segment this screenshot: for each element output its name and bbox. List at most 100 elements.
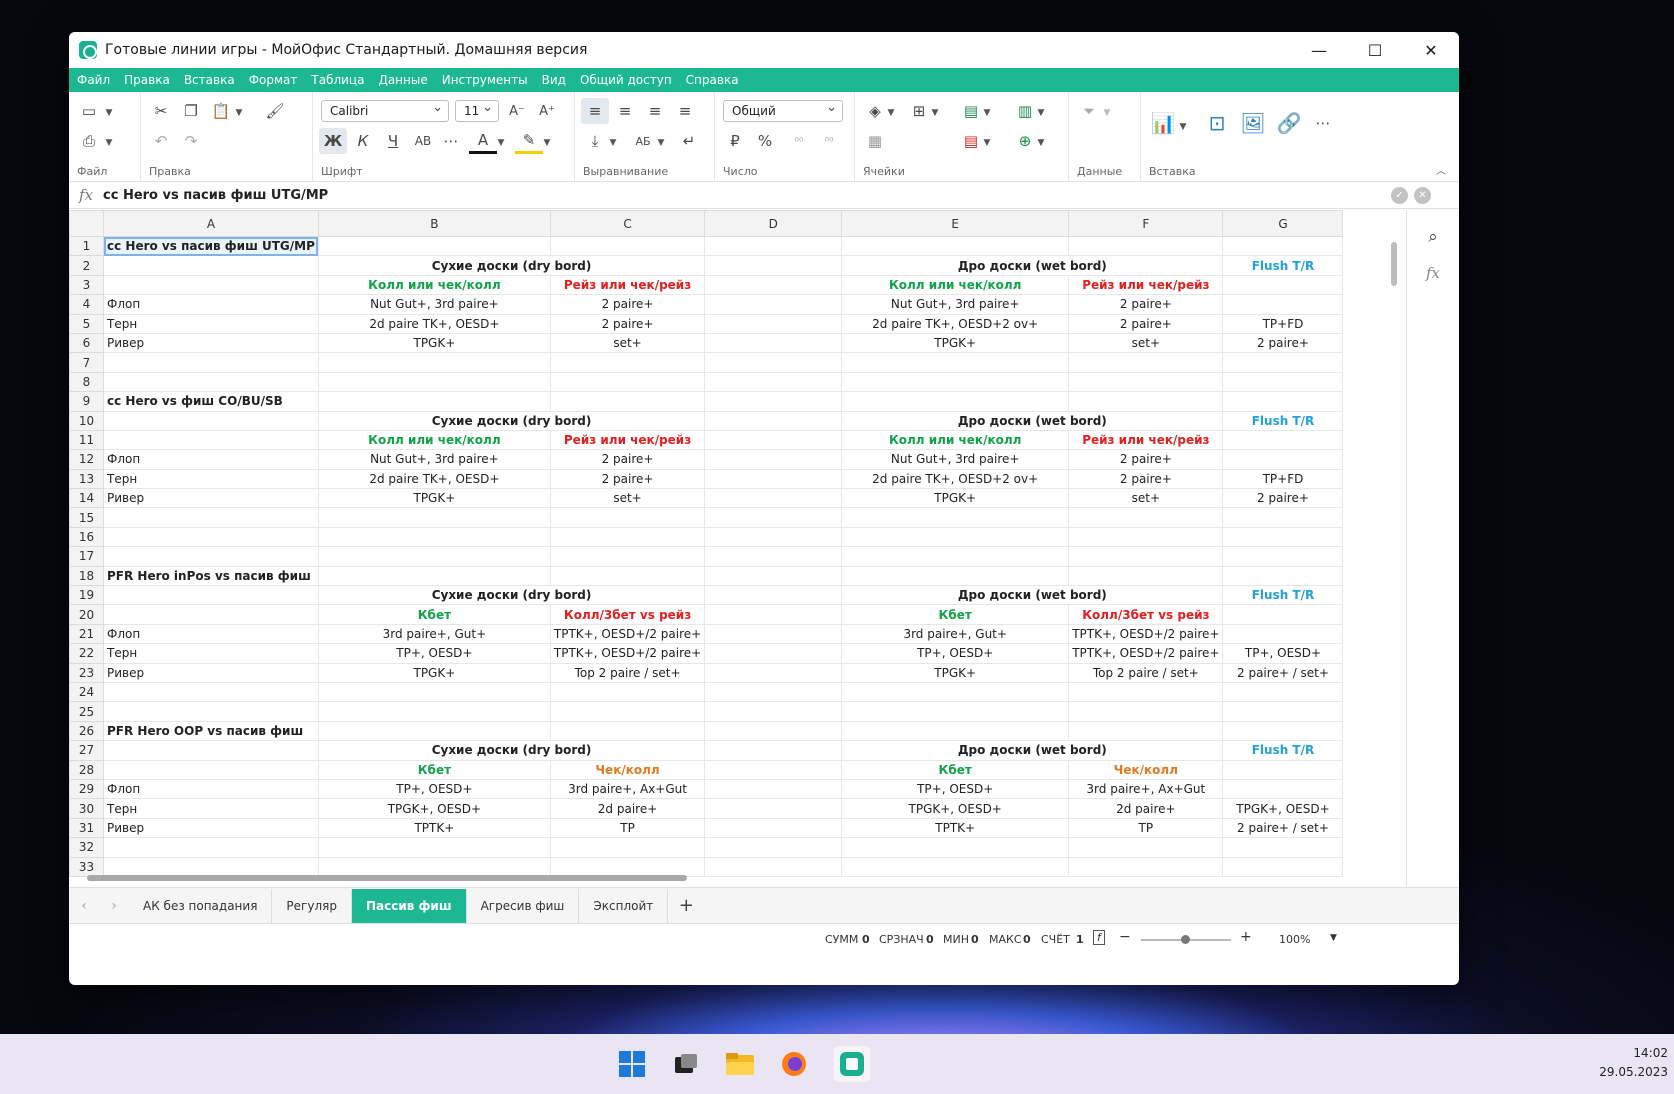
cell[interactable]: Дро доски (wet bord) [841,410,1224,431]
row-number[interactable]: 16 [69,526,104,548]
cell[interactable]: Ривер [103,662,319,683]
cell[interactable]: TPGK+ [317,332,551,354]
cell[interactable]: Дро доски (wet bord) [841,255,1224,276]
cell[interactable]: Чек/колл [549,759,706,780]
cell[interactable]: Колл или чек/колл [841,429,1070,451]
cell[interactable] [841,701,1070,722]
formula-input[interactable]: cc Hero vs пасив фиш UTG/MP [103,188,1391,203]
number-format-select[interactable]: Общий [723,100,843,122]
cell[interactable] [704,526,843,548]
row-number[interactable]: 32 [69,837,104,858]
cell[interactable] [704,681,843,703]
currency-button[interactable]: ₽ [721,128,749,154]
chevron-down-icon[interactable]: ▼ [607,130,619,156]
chevron-down-icon[interactable]: ▼ [233,100,245,126]
cell[interactable]: 2 paire+ [1222,332,1344,354]
cell[interactable] [704,740,843,761]
cell[interactable]: Терн [103,643,319,664]
vertical-scrollbar[interactable] [1391,242,1397,286]
row-number[interactable]: 2 [69,255,104,276]
cell[interactable]: Рейз или чек/рейз [1068,429,1224,451]
cell[interactable]: 2d paire+ [549,798,706,819]
cell[interactable]: TPTK+ [317,817,551,839]
cell[interactable] [317,701,551,722]
cell[interactable] [103,681,319,703]
align-left-icon[interactable]: ≡ [581,98,609,124]
cell[interactable]: TP+, OESD+ [1222,643,1344,664]
cell[interactable]: cc Hero vs фиш CO/BU/SB [103,391,319,412]
cell[interactable]: 2d paire TK+, OESD+2 ov+ [841,468,1070,490]
cell[interactable] [704,778,843,800]
cell[interactable] [1222,681,1344,703]
cell[interactable]: Flush T/R [1222,255,1344,276]
cell[interactable] [1222,526,1344,548]
cell[interactable]: TPGK+ [841,332,1070,354]
cell[interactable] [704,623,843,645]
cell[interactable] [1222,720,1344,742]
cell[interactable]: PFR Hero inPos vs пасив фиш [103,565,319,587]
cell[interactable] [549,391,706,412]
cell[interactable]: 3rd paire+, Ax+Gut [549,778,706,800]
cell[interactable]: 2d paire+ [1068,798,1224,819]
cell[interactable] [1068,565,1224,587]
cell[interactable]: Дро доски (wet bord) [841,585,1224,606]
cell[interactable]: 2 paire+ [549,468,706,490]
cell[interactable] [1222,429,1344,451]
cell[interactable]: TPGK+ [841,662,1070,683]
cell[interactable]: PFR Hero OOP vs пасив фиш [103,720,319,742]
cell[interactable] [103,526,319,548]
cell[interactable]: set+ [1068,488,1224,509]
cell[interactable] [317,352,551,373]
cell[interactable] [841,546,1070,567]
cell[interactable] [1068,391,1224,412]
cell[interactable]: Терн [103,313,319,334]
row-number[interactable]: 13 [69,468,104,490]
cell[interactable] [1068,352,1224,373]
cell[interactable] [1222,565,1344,587]
cell[interactable] [704,662,843,683]
row-number[interactable]: 1 [69,235,104,257]
add-sheet-icon[interactable]: + [668,895,704,916]
font-size-select[interactable]: 11 [455,100,499,122]
file-explorer-icon[interactable] [722,1046,758,1082]
menu-file[interactable]: Файл [77,73,110,87]
cell[interactable] [549,856,706,877]
myoffice-taskbar-icon[interactable] [834,1046,870,1082]
row-number[interactable]: 23 [69,662,104,683]
cell[interactable]: Кбет [317,759,551,780]
cell[interactable]: Чек/колл [1068,759,1224,780]
cell[interactable] [103,371,319,393]
cell[interactable] [549,701,706,722]
underline-button[interactable]: Ч [379,128,407,154]
prev-sheet-icon[interactable]: ‹ [69,898,99,914]
cell[interactable]: TP+FD [1222,468,1344,490]
cell-table[interactable]: A B C D E F G 1 cc Hero vs пасив фиш UTG/… [69,210,1344,877]
paste-icon[interactable]: 📋 [207,98,235,124]
text-direction-icon[interactable]: АБ [629,128,657,154]
cell[interactable] [1068,526,1224,548]
cell[interactable] [704,565,843,587]
print-icon[interactable]: ⎙ [75,128,103,154]
percent-button[interactable]: % [751,128,779,154]
cell[interactable] [1222,623,1344,645]
menu-format[interactable]: Формат [249,73,298,87]
cell[interactable] [704,604,843,625]
cell[interactable]: set+ [549,488,706,509]
firefox-icon[interactable] [776,1046,812,1082]
row-number[interactable]: 19 [69,585,104,606]
search-icon[interactable]: ⌕ [1419,224,1447,250]
cell[interactable] [704,701,843,722]
column-header[interactable]: D [704,210,843,237]
cell[interactable] [704,837,843,858]
menu-data[interactable]: Данные [378,73,427,87]
cell[interactable]: Флоп [103,294,319,315]
cell[interactable] [103,274,319,296]
cell[interactable] [704,255,843,276]
cell[interactable] [317,565,551,587]
cell[interactable]: Рейз или чек/рейз [549,274,706,296]
cell[interactable]: TPTK+, OESD+/2 paire+ [549,643,706,664]
cell[interactable] [549,507,706,528]
zoom-in-button[interactable]: + [1240,929,1252,945]
cell[interactable] [103,255,319,276]
cell[interactable] [1222,604,1344,625]
